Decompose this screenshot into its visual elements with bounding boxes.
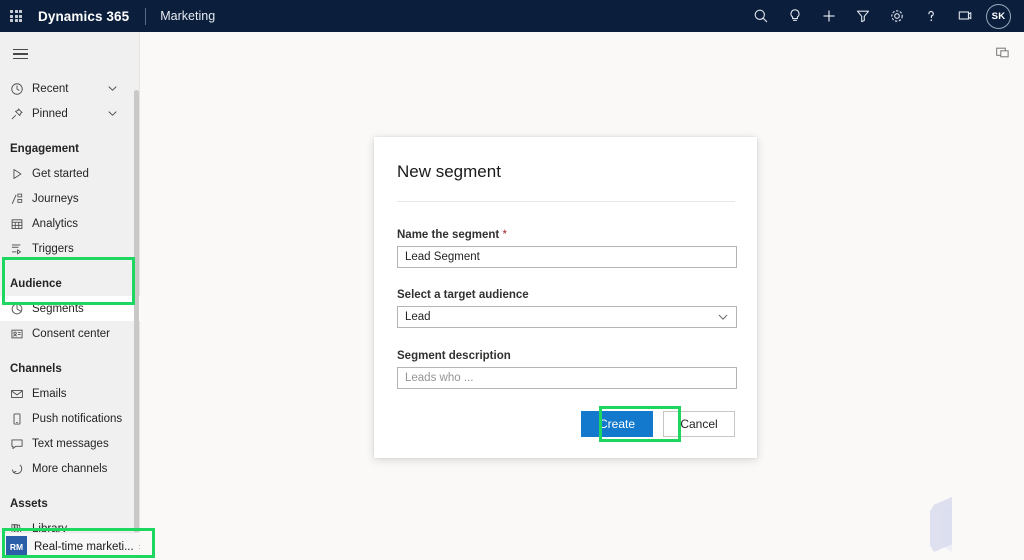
- header-actions: SK: [744, 0, 1024, 32]
- envelope-icon: [10, 387, 32, 401]
- field-label-name: Name the segment *: [397, 229, 737, 241]
- sidebar-item-label: Pinned: [32, 107, 68, 120]
- segment-description-input[interactable]: [397, 367, 737, 389]
- app-name-label[interactable]: Marketing: [160, 9, 215, 23]
- sidebar-group-assets: Assets: [10, 498, 48, 510]
- more-channels-icon: [10, 462, 32, 476]
- sidebar-item-label: Push notifications: [32, 412, 123, 425]
- required-marker: *: [502, 229, 507, 241]
- lightbulb-icon[interactable]: [778, 0, 812, 32]
- sidebar-item-emails[interactable]: Emails: [0, 381, 140, 406]
- sidebar-item-triggers[interactable]: Triggers: [0, 236, 140, 261]
- field-segment-description: Segment description: [397, 350, 737, 389]
- sidebar-item-segments[interactable]: Segments: [0, 296, 140, 321]
- chevron-down-icon[interactable]: [107, 108, 118, 119]
- main-content: New segment Name the segment * Select a …: [140, 32, 1024, 560]
- sidebar-item-label: Emails: [32, 387, 67, 400]
- segments-icon: [10, 302, 32, 316]
- app-launcher-icon[interactable]: [0, 0, 32, 32]
- journeys-icon: [10, 192, 32, 206]
- field-target-audience: Select a target audience Lead: [397, 289, 737, 328]
- chevron-down-icon[interactable]: [717, 311, 729, 323]
- filter-icon[interactable]: [846, 0, 880, 32]
- sidebar-item-pinned[interactable]: Pinned: [0, 101, 140, 126]
- gear-icon[interactable]: [880, 0, 914, 32]
- area-switcher-label: Real-time marketi...: [34, 540, 134, 553]
- sidebar-item-label: Segments: [32, 302, 84, 315]
- sidebar-group-audience: Audience: [10, 278, 62, 290]
- sidebar-item-label: Recent: [32, 82, 69, 95]
- search-icon[interactable]: [744, 0, 778, 32]
- sidebar-item-label: Get started: [32, 167, 89, 180]
- triggers-icon: [10, 242, 32, 256]
- new-segment-dialog: New segment Name the segment * Select a …: [374, 137, 757, 458]
- target-audience-select[interactable]: Lead: [397, 306, 737, 328]
- analytics-icon: [10, 217, 32, 231]
- sidebar-scrollbar-thumb[interactable]: [134, 90, 139, 550]
- help-icon[interactable]: [914, 0, 948, 32]
- sidebar-nav-scroll: Recent Pinned Engagement Get started Jou…: [0, 76, 140, 556]
- sidebar: Recent Pinned Engagement Get started Jou…: [0, 32, 147, 560]
- phone-icon: [10, 412, 32, 426]
- avatar[interactable]: SK: [986, 3, 1011, 29]
- target-audience-value: Lead: [405, 311, 431, 323]
- sidebar-item-label: More channels: [32, 462, 108, 475]
- clock-icon: [10, 82, 32, 96]
- play-icon: [10, 167, 32, 181]
- brand-title[interactable]: Dynamics 365: [38, 9, 129, 24]
- dialog-title: New segment: [397, 162, 501, 181]
- area-badge: RM: [6, 536, 27, 557]
- popout-window-icon[interactable]: [990, 40, 1014, 64]
- decorative-graphic: [930, 497, 952, 552]
- sidebar-item-get-started[interactable]: Get started: [0, 161, 140, 186]
- sidebar-group-channels: Channels: [10, 363, 62, 375]
- sidebar-item-text-messages[interactable]: Text messages: [0, 431, 140, 456]
- consent-icon: [10, 327, 32, 341]
- field-label-name-text: Name the segment: [397, 229, 500, 241]
- sidebar-item-recent[interactable]: Recent: [0, 76, 140, 101]
- sidebar-group-engagement: Engagement: [10, 143, 80, 155]
- waffle-grid: [10, 10, 22, 22]
- sidebar-item-analytics[interactable]: Analytics: [0, 211, 140, 236]
- feedback-icon[interactable]: [948, 0, 982, 32]
- field-label-audience: Select a target audience: [397, 289, 529, 301]
- sidebar-item-label: Journeys: [32, 192, 79, 205]
- dialog-divider: [397, 201, 735, 202]
- header-divider: [145, 7, 147, 25]
- pin-icon: [10, 107, 32, 121]
- chevron-down-icon[interactable]: [107, 83, 118, 94]
- top-header: Dynamics 365 Marketing SK: [0, 0, 1024, 32]
- field-label-description: Segment description: [397, 350, 511, 362]
- hamburger-menu-icon[interactable]: [0, 36, 40, 72]
- cancel-button[interactable]: Cancel: [663, 411, 735, 437]
- sidebar-item-push-notifications[interactable]: Push notifications: [0, 406, 140, 431]
- sidebar-item-more-channels[interactable]: More channels: [0, 456, 140, 481]
- sidebar-item-label: Triggers: [32, 242, 74, 255]
- area-switcher[interactable]: RM Real-time marketi...: [0, 532, 147, 560]
- plus-icon[interactable]: [812, 0, 846, 32]
- create-button[interactable]: Create: [581, 411, 653, 437]
- segment-name-input[interactable]: [397, 246, 737, 268]
- sidebar-scrollbar[interactable]: [134, 90, 139, 550]
- sidebar-item-label: Analytics: [32, 217, 79, 230]
- dialog-action-buttons: Create Cancel: [581, 411, 735, 437]
- field-name-the-segment: Name the segment *: [397, 229, 737, 268]
- sidebar-item-journeys[interactable]: Journeys: [0, 186, 140, 211]
- sidebar-item-consent-center[interactable]: Consent center: [0, 321, 140, 346]
- sidebar-item-label: Text messages: [32, 437, 109, 450]
- chat-icon: [10, 437, 32, 451]
- sidebar-item-label: Consent center: [32, 327, 110, 340]
